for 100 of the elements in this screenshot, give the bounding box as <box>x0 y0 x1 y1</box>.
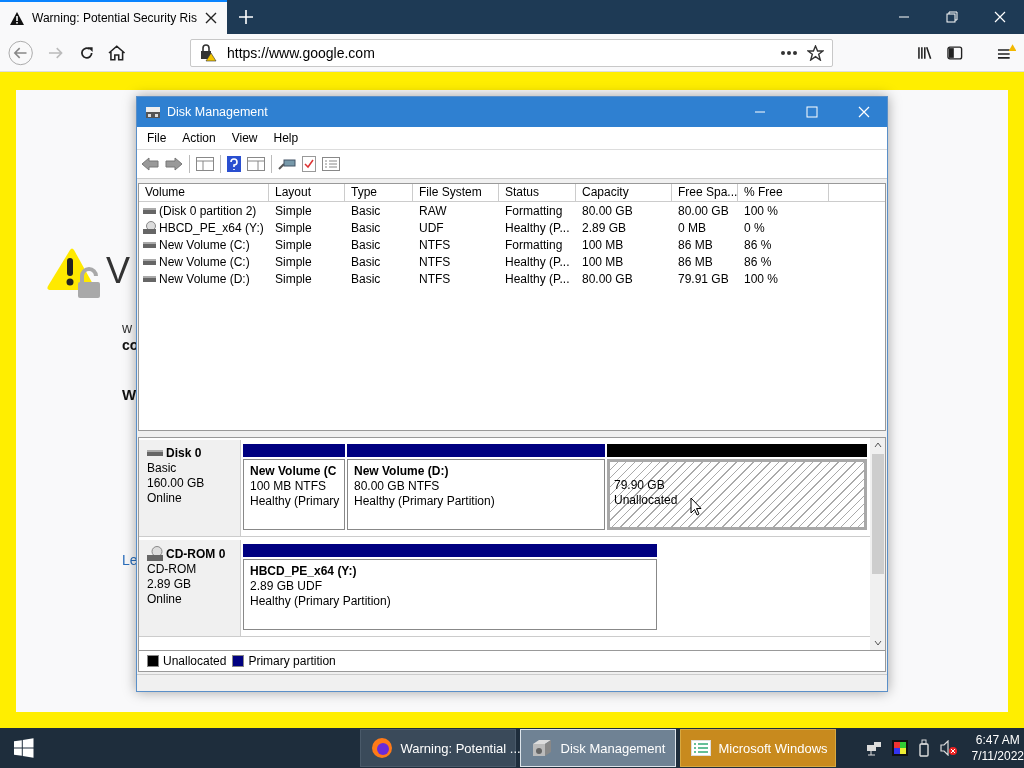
table-cell: 100 % <box>744 203 779 218</box>
page-heading: V <box>106 250 130 292</box>
column-header[interactable]: File System <box>413 184 499 201</box>
partition-size: 2.89 GB UDF <box>250 579 323 593</box>
clock-time[interactable]: 6:47 AM <box>975 733 1020 747</box>
disk-label-panel[interactable]: CD-ROM 0 CD-ROM 2.89 GB Online <box>139 540 241 636</box>
disk-drive-icon <box>145 105 161 119</box>
table-cell: New Volume (D:) <box>159 271 250 286</box>
disk-name: Disk 0 <box>166 446 202 460</box>
table-cell: Simple <box>275 254 312 269</box>
column-header[interactable]: Volume <box>139 184 269 201</box>
column-header[interactable]: Status <box>499 184 576 201</box>
partition-box[interactable]: New Volume (C 100 MB NTFS Healthy (Primary <box>243 459 345 530</box>
partition-size: 80.00 GB NTFS <box>354 479 440 493</box>
forward-arrow-icon[interactable] <box>165 157 183 171</box>
table-cell: NTFS <box>419 254 451 269</box>
new-tab-icon[interactable] <box>238 10 253 24</box>
disk-type: CD-ROM <box>147 562 198 576</box>
sidebar-icon[interactable] <box>946 45 963 60</box>
drive-icon <box>143 258 156 265</box>
column-header[interactable]: % Free <box>738 184 829 201</box>
table-cell: 86 MB <box>678 237 713 252</box>
home-icon[interactable] <box>108 44 126 61</box>
maximize-icon[interactable] <box>806 106 818 118</box>
console-tree-icon[interactable] <box>196 157 214 171</box>
column-header[interactable]: Free Spa... <box>672 184 738 201</box>
window-title: Disk Management <box>167 105 268 119</box>
page-text: W <box>122 386 137 403</box>
table-cell: 100 MB <box>582 254 624 269</box>
table-cell: 86 MB <box>678 254 713 269</box>
legend-label: Unallocated <box>163 654 227 668</box>
table-cell: Formatting <box>505 237 563 252</box>
disk-drive-icon <box>530 738 553 758</box>
start-icon[interactable] <box>14 738 34 758</box>
browser-tab[interactable]: Warning: Potential Security Ris <box>0 0 227 34</box>
properties-icon[interactable] <box>302 156 316 172</box>
more-icon[interactable] <box>781 50 798 55</box>
cd-drive-icon <box>147 546 163 561</box>
partition-name: New Volume (C <box>250 464 337 478</box>
color-display-icon[interactable] <box>891 740 908 756</box>
pane-icon[interactable] <box>247 157 265 171</box>
table-cell: Basic <box>351 237 381 252</box>
table-cell: 0 % <box>744 220 765 235</box>
drive-icon <box>143 241 156 248</box>
table-cell: 2.89 GB <box>582 220 627 235</box>
help-icon[interactable] <box>227 156 241 172</box>
table-cell: Basic <box>351 203 381 218</box>
library-icon[interactable] <box>917 44 933 61</box>
partition-box[interactable]: HBCD_PE_x64 (Y:) 2.89 GB UDF Healthy (Primary Partition) <box>243 559 657 630</box>
reload-icon[interactable] <box>78 44 95 61</box>
partition-status: Healthy (Primary <box>250 494 340 508</box>
scrollbar[interactable] <box>870 438 885 650</box>
partition-name: New Volume (D:) <box>354 464 449 478</box>
partition-status: Healthy (Primary Partition) <box>250 594 391 608</box>
menu-item[interactable]: Help <box>273 131 299 145</box>
drive-icon <box>147 450 163 456</box>
table-cell: 80.00 GB <box>582 203 633 218</box>
close-icon[interactable] <box>204 12 217 24</box>
star-icon[interactable] <box>807 44 825 61</box>
table-cell: New Volume (C:) <box>159 237 250 252</box>
cd-drive-icon <box>143 221 156 234</box>
scroll-down-icon[interactable] <box>873 640 882 646</box>
list-icon[interactable] <box>322 157 340 171</box>
partition-box[interactable]: 79.90 GB Unallocated <box>607 459 867 530</box>
firefox-icon <box>370 737 393 759</box>
drive-icon <box>143 275 156 282</box>
partition-name: HBCD_PE_x64 (Y:) <box>250 564 357 578</box>
pointer-icon <box>690 497 702 516</box>
menu-item[interactable]: Action <box>182 131 216 145</box>
partition-box[interactable]: New Volume (D:) 80.00 GB NTFS Healthy (Primary Partition) <box>347 459 605 530</box>
taskbar-button[interactable]: Disk Management <box>519 729 676 767</box>
table-cell: Simple <box>275 203 312 218</box>
back-arrow-icon[interactable] <box>141 157 159 171</box>
address-field[interactable]: https://www.google.com <box>189 38 834 67</box>
usb-drive-icon[interactable] <box>917 739 930 757</box>
restore-icon[interactable] <box>946 11 958 23</box>
scroll-up-icon[interactable] <box>873 442 882 448</box>
table-cell: Healthy (P... <box>505 220 570 235</box>
table-cell: (Disk 0 partition 2) <box>159 203 257 218</box>
disk-label-panel[interactable]: Disk 0 Basic 160.00 GB Online <box>139 440 241 536</box>
table-cell: Healthy (P... <box>505 254 570 269</box>
table-cell: RAW <box>419 203 447 218</box>
clock-date[interactable]: 7/11/2022 <box>971 749 1024 763</box>
table-cell: UDF <box>419 220 444 235</box>
list-window-icon <box>690 740 711 756</box>
table-cell: 80.00 GB <box>582 271 633 286</box>
partition-status: Healthy (Primary Partition) <box>354 494 495 508</box>
menu-icon[interactable] <box>996 43 1016 62</box>
volume-muted-icon[interactable] <box>939 740 958 756</box>
connect-icon[interactable] <box>278 158 296 170</box>
menu-item[interactable]: View <box>231 131 258 145</box>
menu-item[interactable]: File <box>147 131 167 145</box>
table-cell: 100 MB <box>582 237 624 252</box>
network-icon[interactable] <box>865 740 882 756</box>
column-header[interactable]: Capacity <box>576 184 672 201</box>
column-header[interactable]: Type <box>345 184 413 201</box>
column-header[interactable]: Layout <box>269 184 345 201</box>
disk-size: 2.89 GB <box>147 577 193 591</box>
table-cell: New Volume (C:) <box>159 254 250 269</box>
table-cell: HBCD_PE_x64 (Y:) <box>159 220 264 235</box>
